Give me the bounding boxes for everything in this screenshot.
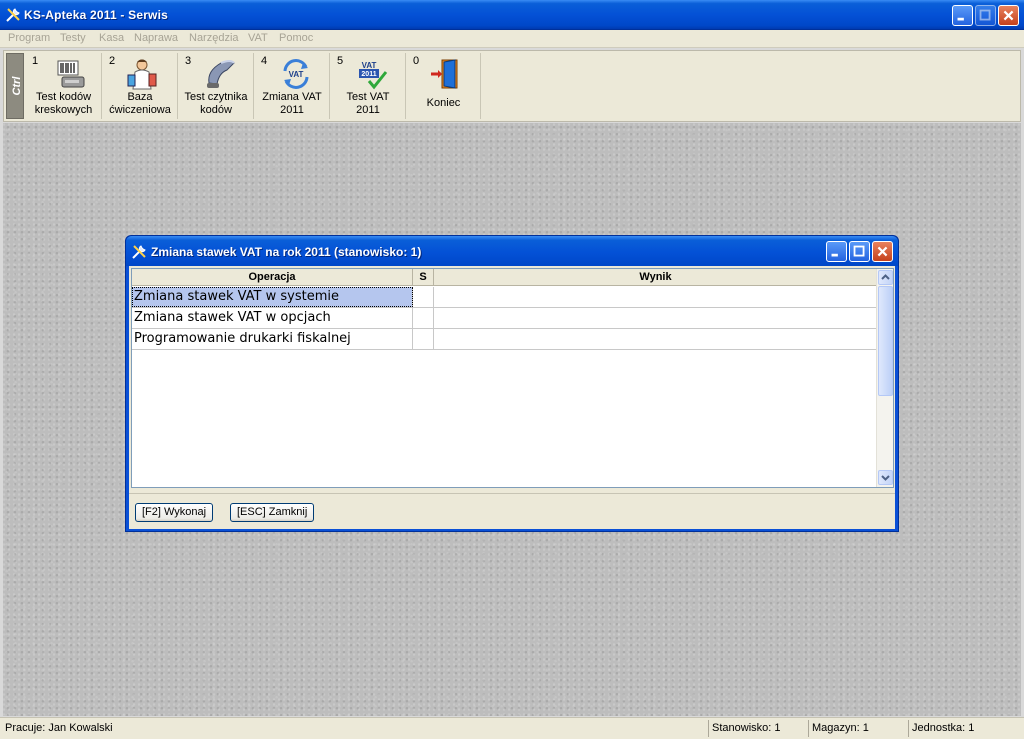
dialog-titlebar[interactable]: Zmiana stawek VAT na rok 2011 (stanowisk… <box>126 236 898 266</box>
operations-grid[interactable]: Operacja S Wynik Zmiana stawek VAT w sys… <box>131 268 894 488</box>
ctrl-label: Ctrl <box>11 76 23 96</box>
vat-test-icon: VAT 2011 <box>359 61 388 90</box>
app-titlebar[interactable]: KS-Apteka 2011 - Serwis <box>0 0 1024 30</box>
dialog-button-bar: [F2] Wykonaj [ESC] Zamknij <box>129 493 895 529</box>
tool-label: Koniec <box>426 97 461 109</box>
menu-narzedzia[interactable]: Narzędzia <box>189 32 239 44</box>
maximize-button[interactable] <box>975 5 996 26</box>
scroll-up-button[interactable] <box>878 270 893 285</box>
tool-vat-change[interactable]: 4 VAT Zmiana VAT 2011 <box>255 53 330 119</box>
tool-label: Test kodów kreskowych <box>34 91 93 116</box>
tool-label: Baza ćwiczeniowa <box>109 91 171 116</box>
chevron-up-icon <box>881 274 890 280</box>
svg-text:VAT: VAT <box>289 70 304 79</box>
status-station: Stanowisko: 1 <box>708 720 806 737</box>
cell-operacja[interactable]: Zmiana stawek VAT w systemie <box>132 287 413 307</box>
cell-operacja[interactable]: Programowanie drukarki fiskalnej <box>132 329 413 349</box>
tool-hotkey: 3 <box>185 55 192 67</box>
toolbar: Ctrl 1 Test kodów kreskowych 2 Baza ćwic… <box>3 50 1021 122</box>
minimize-icon <box>831 253 838 257</box>
status-user: Pracuje: Jan Kowalski <box>5 722 113 734</box>
vat-dialog: Zmiana stawek VAT na rok 2011 (stanowisk… <box>125 235 899 532</box>
menu-kasa[interactable]: Kasa <box>99 32 124 44</box>
tool-hotkey: 1 <box>32 55 39 67</box>
grid-header: Operacja S Wynik <box>132 269 877 286</box>
column-header-operacja[interactable]: Operacja <box>132 269 413 286</box>
vat-change-icon: VAT <box>283 59 309 89</box>
table-row[interactable]: Zmiana stawek VAT w opcjach <box>132 308 877 329</box>
maximize-icon <box>853 245 865 257</box>
dialog-close-button[interactable] <box>872 241 893 262</box>
status-warehouse: Magazyn: 1 <box>808 720 906 737</box>
menu-testy[interactable]: Testy <box>60 32 86 44</box>
database-scientist-icon <box>127 59 157 90</box>
tools-icon <box>132 245 146 259</box>
close-button[interactable] <box>998 5 1019 26</box>
tool-hotkey: 2 <box>109 55 116 67</box>
ctrl-tag: Ctrl <box>6 53 24 119</box>
cell-wynik[interactable] <box>434 308 877 328</box>
cell-wynik[interactable] <box>434 329 877 349</box>
menu-vat[interactable]: VAT <box>248 32 268 44</box>
dialog-body: Operacja S Wynik Zmiana stawek VAT w sys… <box>129 266 895 529</box>
execute-button[interactable]: [F2] Wykonaj <box>135 503 214 522</box>
cell-s[interactable] <box>413 287 434 307</box>
cell-operacja[interactable]: Zmiana stawek VAT w opcjach <box>132 308 413 328</box>
tool-hotkey: 5 <box>337 55 344 67</box>
cell-s[interactable] <box>413 329 434 349</box>
tool-hotkey: 4 <box>261 55 268 67</box>
dialog-title: Zmiana stawek VAT na rok 2011 (stanowisk… <box>151 245 422 259</box>
scroll-thumb[interactable] <box>878 286 893 396</box>
cell-s[interactable] <box>413 308 434 328</box>
tool-exit[interactable]: 0 Koniec <box>407 53 481 119</box>
cell-wynik[interactable] <box>434 287 877 307</box>
maximize-icon <box>979 9 991 21</box>
close-icon <box>1003 10 1014 21</box>
table-row[interactable]: Zmiana stawek VAT w systemie <box>132 287 877 308</box>
dialog-maximize-button[interactable] <box>849 241 870 262</box>
scroll-down-button[interactable] <box>878 470 893 485</box>
menu-pomoc[interactable]: Pomoc <box>279 32 313 44</box>
close-icon <box>877 246 888 257</box>
tool-label: Test czytnika kodów <box>184 91 248 116</box>
svg-text:2011: 2011 <box>361 71 376 78</box>
tool-hotkey: 0 <box>413 55 420 67</box>
tool-barcode-test[interactable]: 1 Test kodów kreskowych <box>26 53 102 119</box>
svg-text:VAT: VAT <box>362 61 377 70</box>
tools-icon <box>6 8 20 22</box>
tool-reader-test[interactable]: 3 Test czytnika kodów <box>179 53 254 119</box>
tool-training-db[interactable]: 2 Baza ćwiczeniowa <box>103 53 178 119</box>
menu-program[interactable]: Program <box>8 32 50 44</box>
status-unit: Jednostka: 1 <box>908 720 1022 737</box>
chevron-down-icon <box>881 475 890 481</box>
vertical-scrollbar[interactable] <box>876 269 893 487</box>
exit-door-icon <box>431 59 458 89</box>
dialog-minimize-button[interactable] <box>826 241 847 262</box>
tool-label: Zmiana VAT 2011 <box>262 91 322 116</box>
barcode-scanner-icon <box>57 60 85 88</box>
minimize-icon <box>957 17 964 21</box>
close-dialog-button[interactable]: [ESC] Zamknij <box>230 503 315 522</box>
minimize-button[interactable] <box>952 5 973 26</box>
status-bar: Pracuje: Jan Kowalski Stanowisko: 1 Maga… <box>0 717 1024 739</box>
tool-vat-test[interactable]: 5 VAT 2011 Test VAT 2011 <box>331 53 406 119</box>
tool-label: Test VAT 2011 <box>346 91 390 116</box>
column-header-wynik[interactable]: Wynik <box>434 269 877 286</box>
column-header-s[interactable]: S <box>413 269 434 286</box>
menu-naprawa[interactable]: Naprawa <box>134 32 178 44</box>
barcode-reader-icon <box>207 60 235 88</box>
app-title: KS-Apteka 2011 - Serwis <box>24 8 169 22</box>
table-row[interactable]: Programowanie drukarki fiskalnej <box>132 329 877 350</box>
menu-bar: Program Testy Kasa Naprawa Narzędzia VAT… <box>0 30 1024 48</box>
